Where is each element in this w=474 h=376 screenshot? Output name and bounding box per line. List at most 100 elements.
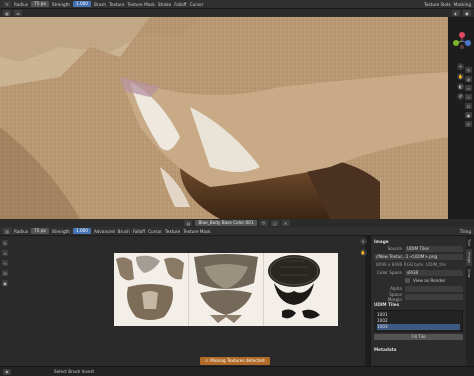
overlay-icon[interactable]: ◐ [452,10,460,16]
radius-field[interactable]: 75 px [31,1,49,7]
menu-falloff[interactable]: Falloff [174,2,186,7]
menu-texture-slots[interactable]: Texture Slots [424,2,451,7]
uv-fill-tool-icon[interactable]: ▣ [2,280,8,286]
uv-menu-brush[interactable]: Brush [118,229,130,234]
viewport-header: ✎ Radius 75 px Strength 1.000 Brush Text… [0,0,474,9]
uv-zoom-icon[interactable]: + [359,238,367,245]
fill-tool-icon[interactable]: ▣ [465,112,472,118]
symmetry-icon[interactable]: ⇋ [14,10,22,16]
uv-menu-falloff[interactable]: Falloff [133,229,145,234]
uv-menu-texture[interactable]: Texture [165,229,180,234]
pan-hand-icon[interactable]: ✋ [457,73,464,80]
udim-section-header[interactable]: UDIM Tiles [374,301,463,308]
zoom-icon[interactable]: + [457,63,464,70]
paint-mode-icon[interactable]: ✎ [3,1,11,7]
image-properties-panel: Image Source UDIM Tiles //New Textur...1… [370,236,466,366]
view-icon[interactable]: ▦ [3,10,11,16]
uv-menu-texture-mask[interactable]: Texture Mask [183,229,210,234]
alpha-dropdown[interactable] [405,285,463,292]
fill-tile-button[interactable]: Fill Tile [374,334,463,340]
view-as-render-label: View as Render [413,278,446,283]
uv-navigation: + ✋ [358,238,368,256]
color-space-dropdown[interactable]: sRGB [405,269,463,276]
tab-tool[interactable]: Tool [466,236,472,249]
close-image-icon[interactable]: ✕ [281,220,290,226]
shading-icon[interactable]: ● [463,10,471,16]
viewport-subheader: ▦ ⇋ ◐ ● [0,9,474,17]
uv-toolbar: ✎ ≈ ∿ ⊡ ▣ [2,240,8,286]
fake-user-icon[interactable]: ⛉ [259,220,268,226]
uv-menu-advanced[interactable]: Advanced [94,229,115,234]
uv-brush-tool-icon[interactable]: ✎ [2,240,8,246]
annotate-tool-icon[interactable]: ✐ [465,121,472,127]
uv-radius-label: Radius [14,228,29,234]
viewport-navigation: + ✋ ◧ # ✎ ◍ ≈ ∿ ⊡ ▣ ✐ [448,17,474,219]
info-row: 8096 x 8096 RGB byte .UDIM_tile [374,261,463,268]
source-label: Source [387,246,402,251]
uv-soften-tool-icon[interactable]: ≈ [2,250,8,256]
new-image-icon[interactable]: ❏ [270,220,279,226]
menu-texture[interactable]: Texture [109,2,124,7]
uv-editor-header: ▧ Radius 75 px Strength 1.000 Advanced B… [0,227,474,236]
status-hint-text: Select Brush Invert [54,369,94,374]
uv-strength-label: Strength [51,228,70,234]
menu-cursor[interactable]: Cursor [190,2,204,7]
missing-textures-warning[interactable]: ⚠ Missing Textures detected [200,357,270,365]
warning-text: Missing Textures detected [210,358,265,363]
tab-view[interactable]: View [466,266,472,281]
space-margin-row: Space Margin [374,291,463,302]
file-path-field[interactable]: //New Textur...1.<UDIM>.png [374,253,463,260]
menu-brush[interactable]: Brush [94,2,106,7]
strength-label: Strength [51,1,70,7]
smear-tool-icon[interactable]: ∿ [465,94,472,100]
view-as-render-row: View as Render [374,277,463,284]
tab-image[interactable]: Image [466,248,472,267]
mask-tool-icon[interactable]: ◍ [465,76,472,82]
space-margin-field[interactable] [405,293,463,300]
uv-radius-field[interactable]: 75 px [31,228,49,234]
model-render [0,17,448,219]
color-space-label: Color Space [376,270,402,275]
uv-strength-field[interactable]: 1.000 [72,228,91,234]
clone-tool-icon[interactable]: ⊡ [465,103,472,109]
3d-viewport[interactable] [0,17,448,219]
image-name-field[interactable]: Blue_Body Base Color 001 [195,220,257,226]
uv-menu-cursor[interactable]: Cursor [148,229,162,234]
camera-icon[interactable]: ◧ [457,83,464,90]
image-browse-icon[interactable]: ▤ [184,220,193,226]
tool-buttons: ✎ ◍ ≈ ∿ ⊡ ▣ ✐ [465,67,472,127]
color-space-row: Color Space sRGB [374,269,463,276]
udim-texture-image [114,253,338,326]
grid-icon[interactable]: # [457,93,464,100]
status-bar: ◉ Select Brush Invert [0,366,474,376]
space-margin-label: Space Margin [387,291,402,302]
source-row: Source UDIM Tiles [374,245,463,252]
editor-type-icon[interactable]: ▧ [3,228,11,234]
view-as-render-checkbox[interactable] [405,278,410,283]
metadata-section-header[interactable]: Metadata [374,346,463,353]
file-row: //New Textur...1.<UDIM>.png [374,253,463,260]
nav-buttons: + ✋ ◧ # [457,63,464,100]
axis-gizmo-icon[interactable] [448,21,474,61]
menu-masking[interactable]: Masking [454,2,471,7]
menu-stroke[interactable]: Stroke [158,2,171,7]
soften-tool-icon[interactable]: ≈ [465,85,472,91]
strength-field[interactable]: 1.000 [72,1,91,7]
menu-texture-mask[interactable]: Texture Mask [127,2,154,7]
tile-item[interactable]: 1003 [377,324,460,330]
alpha-label: Alpha [390,286,402,291]
mouse-icon: ◉ [3,368,11,375]
uv-clone-tool-icon[interactable]: ⊡ [2,270,8,276]
texture-atlas [114,253,338,326]
image-selector-bar: ▤ Blue_Body Base Color 001 ⛉ ❏ ✕ [0,219,474,227]
source-dropdown[interactable]: UDIM Tiles [405,245,463,252]
uv-menu-tiling[interactable]: Tiling [460,229,471,234]
radius-label: Radius [14,1,29,7]
image-section-header[interactable]: Image [374,238,463,245]
brush-tool-icon[interactable]: ✎ [465,67,472,73]
sidebar-tabs: Tool Image View [466,236,474,366]
udim-tile-list[interactable]: 1001 1002 1003 [374,310,463,332]
uv-smear-tool-icon[interactable]: ∿ [2,260,8,266]
image-info-text: 8096 x 8096 RGB byte .UDIM_tile [376,261,446,267]
uv-pan-icon[interactable]: ✋ [359,249,367,256]
